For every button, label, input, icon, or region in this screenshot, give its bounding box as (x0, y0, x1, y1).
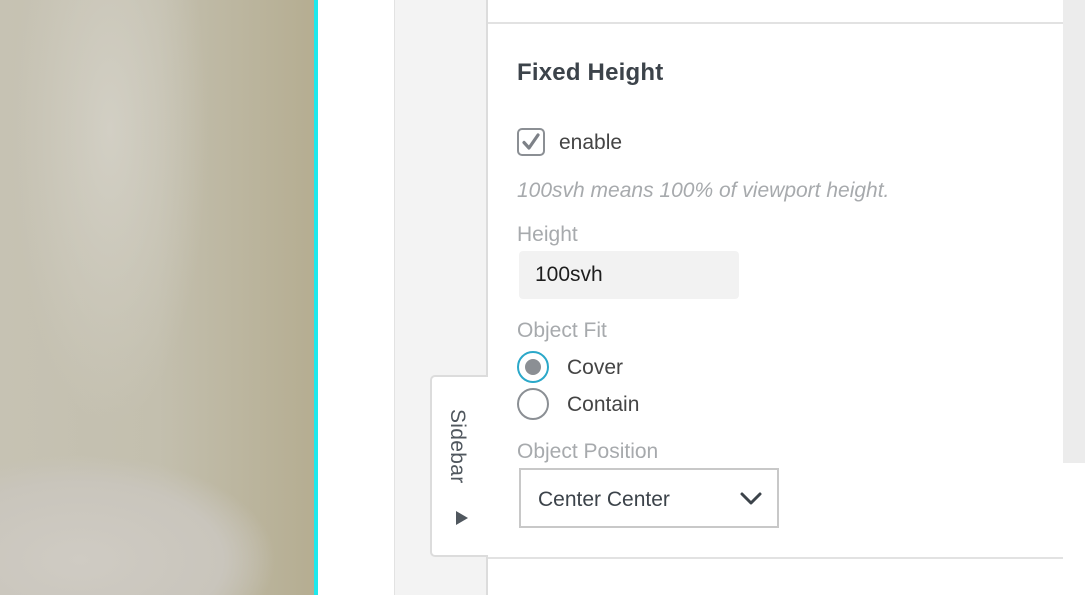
background-photo (0, 0, 316, 595)
object-position-label: Object Position (517, 440, 659, 463)
panel-scrollbar[interactable] (1063, 0, 1085, 463)
section-title: Fixed Height (517, 59, 664, 86)
height-input[interactable] (519, 251, 739, 299)
triangle-right-icon (456, 511, 468, 525)
height-label: Height (517, 223, 578, 246)
chevron-down-icon (740, 492, 762, 505)
enable-checkbox-label[interactable]: enable (559, 131, 622, 155)
object-position-select[interactable]: Center Center (519, 468, 779, 528)
checkmark-icon (522, 133, 540, 150)
radio-contain-label[interactable]: Contain (567, 393, 639, 417)
object-fit-label: Object Fit (517, 319, 607, 342)
height-hint-text: 100svh means 100% of viewport height. (517, 179, 890, 202)
sidebar-toggle-tab[interactable]: Sidebar (430, 375, 488, 557)
sidebar-tab-label: Sidebar (446, 409, 469, 484)
panel-divider-top (488, 22, 1063, 24)
page-gutter (318, 0, 394, 595)
radio-cover[interactable] (517, 351, 549, 383)
enable-checkbox[interactable] (517, 128, 545, 156)
object-position-value: Center Center (538, 488, 670, 511)
radio-contain[interactable] (517, 388, 549, 420)
panel-divider-bottom (488, 557, 1063, 559)
radio-selected-dot (525, 359, 541, 375)
radio-cover-label[interactable]: Cover (567, 356, 623, 380)
